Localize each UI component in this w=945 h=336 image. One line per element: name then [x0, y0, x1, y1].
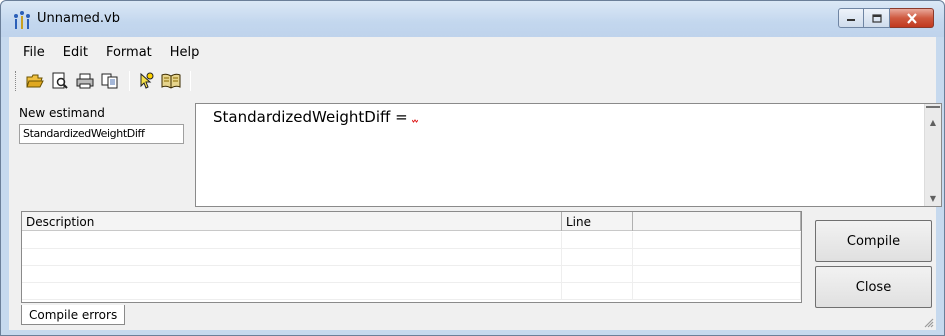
table-cell — [22, 249, 562, 266]
app-icon — [14, 11, 30, 29]
maximize-button[interactable] — [864, 8, 890, 28]
copy-icon — [101, 73, 118, 89]
syntax-error-squiggle — [412, 119, 418, 123]
toolbar-separator-end — [190, 71, 191, 91]
window-title: Unnamed.vb — [37, 11, 120, 26]
grid-rows — [22, 232, 801, 300]
compile-button[interactable]: Compile — [815, 220, 932, 262]
window-controls — [838, 8, 934, 28]
title-bar[interactable]: Unnamed.vb — [1, 1, 944, 37]
table-cell — [562, 232, 633, 249]
editor-scrollbar[interactable]: ▲ ▼ — [924, 104, 941, 206]
print-icon — [76, 73, 94, 89]
tab-strip: Compile errors — [19, 305, 805, 329]
table-cell — [633, 232, 801, 249]
print-preview-button[interactable] — [49, 70, 71, 92]
toolbar-grip[interactable] — [15, 71, 18, 91]
close-window-button[interactable] — [890, 8, 934, 28]
errors-grid[interactable]: Description Line — [21, 211, 802, 303]
table-cell — [562, 283, 633, 300]
table-row[interactable] — [22, 266, 801, 283]
close-icon — [906, 12, 917, 24]
menu-format[interactable]: Format — [98, 43, 160, 63]
table-cell — [22, 266, 562, 283]
maximize-icon — [871, 13, 882, 23]
print-button[interactable] — [74, 70, 96, 92]
help-pointer-icon — [140, 72, 154, 89]
open-button[interactable] — [24, 70, 46, 92]
table-cell — [22, 232, 562, 249]
scroll-down-arrow-icon[interactable]: ▼ — [925, 190, 941, 206]
table-cell — [633, 283, 801, 300]
scroll-up-arrow-icon[interactable]: ▲ — [925, 114, 941, 130]
table-row[interactable] — [22, 232, 801, 249]
estimand-name-input[interactable]: StandardizedWeightDiff — [19, 124, 184, 144]
editor-text: StandardizedWeightDiff = — [213, 108, 408, 126]
table-cell — [562, 249, 633, 266]
application-window: Unnamed.vb File Edit Format Help New est… — [0, 0, 945, 336]
resize-grip-icon[interactable] — [922, 316, 934, 328]
table-cell — [633, 249, 801, 266]
copy-button[interactable] — [99, 70, 121, 92]
tab-compile-errors[interactable]: Compile errors — [21, 305, 126, 325]
menu-edit[interactable]: Edit — [55, 43, 96, 63]
code-editor[interactable]: StandardizedWeightDiff = ▲ ▼ — [195, 103, 942, 207]
table-cell — [562, 266, 633, 283]
toolbar-separator — [129, 71, 130, 91]
print-preview-icon — [52, 72, 68, 89]
table-cell — [633, 266, 801, 283]
new-estimand-label: New estimand — [19, 106, 105, 120]
help-pointer-button[interactable] — [135, 70, 157, 92]
menu-file[interactable]: File — [15, 43, 53, 63]
column-header-description[interactable]: Description — [22, 212, 562, 231]
scrollbar-thumb[interactable] — [926, 106, 940, 108]
close-button[interactable]: Close — [815, 266, 932, 308]
book-button[interactable] — [160, 70, 182, 92]
book-icon — [161, 73, 181, 89]
open-folder-icon — [26, 74, 44, 88]
grid-header: Description Line — [22, 212, 801, 231]
column-header-extra[interactable] — [633, 212, 801, 231]
minimize-button[interactable] — [838, 8, 864, 28]
toolbar — [15, 67, 196, 95]
table-cell — [22, 283, 562, 300]
client-area: File Edit Format Help New estimand Stand… — [9, 37, 942, 330]
table-row[interactable] — [22, 283, 801, 300]
minimize-icon — [847, 19, 855, 21]
table-row[interactable] — [22, 249, 801, 266]
compile-errors-panel: Description Line Compile errors — [19, 209, 805, 329]
menu-bar: File Edit Format Help — [9, 43, 209, 63]
menu-help[interactable]: Help — [162, 43, 208, 63]
column-header-line[interactable]: Line — [562, 212, 633, 231]
